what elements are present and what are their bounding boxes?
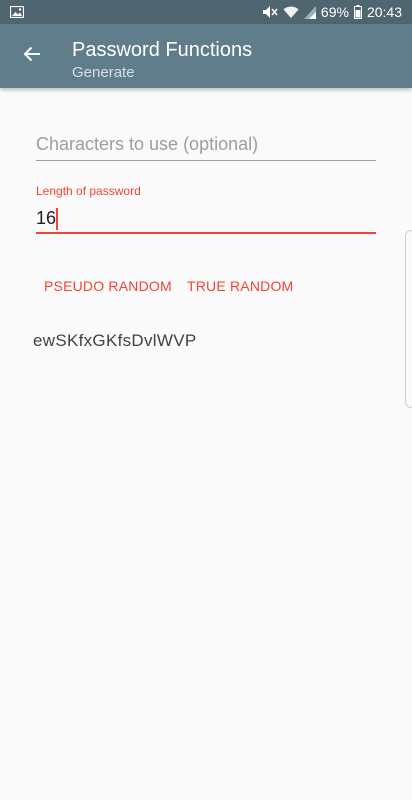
length-label: Length of password (36, 184, 141, 198)
true-random-button[interactable]: TRUE RANDOM (179, 268, 301, 304)
image-icon (10, 6, 24, 18)
text-cursor (56, 208, 58, 230)
status-bar: 69% 20:43 (0, 0, 412, 24)
pseudo-random-button[interactable]: PSEUDO RANDOM (36, 268, 180, 304)
arrow-back-icon (23, 45, 41, 68)
wifi-icon (283, 6, 299, 19)
battery-percent: 69% (320, 4, 349, 20)
status-time: 20:43 (366, 4, 402, 20)
characters-field (36, 128, 376, 162)
app-bar: Password Functions Generate (0, 24, 412, 88)
length-field (36, 204, 376, 234)
characters-input[interactable] (36, 128, 376, 161)
signal-icon (303, 5, 316, 19)
mute-icon (262, 5, 278, 19)
battery-icon (353, 5, 362, 19)
page-subtitle: Generate (72, 64, 135, 81)
length-input[interactable] (36, 204, 376, 234)
generated-password: ewSKfxGKfsDvlWVP (33, 331, 197, 350)
page-title: Password Functions (72, 39, 253, 61)
back-button[interactable] (12, 36, 52, 76)
edge-panel-handle[interactable] (405, 230, 412, 408)
